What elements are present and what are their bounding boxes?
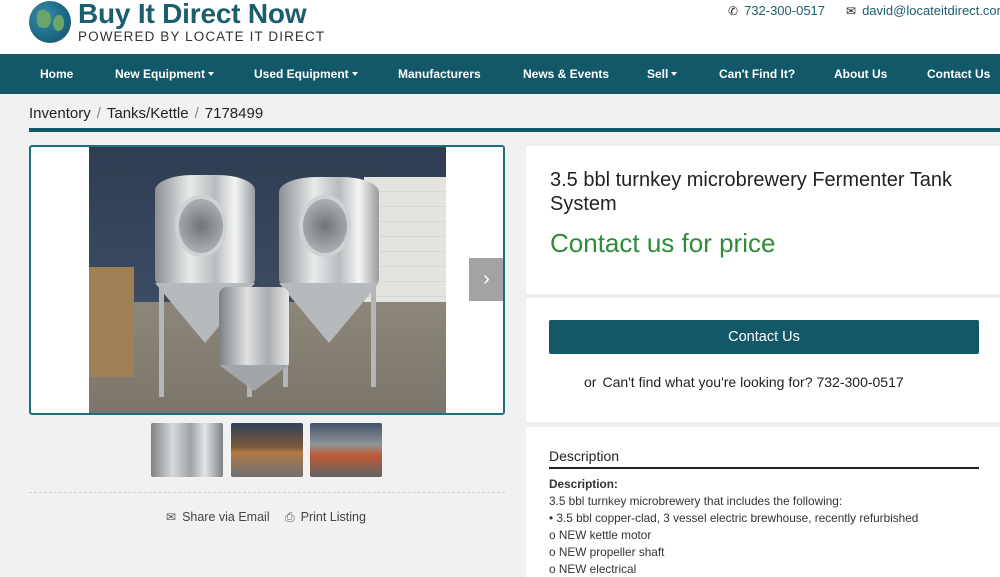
product-title: 3.5 bbl turnkey microbrewery Fermenter T… (550, 169, 953, 215)
header-email-link[interactable]: ✉ david@locateitdirect.com (846, 3, 1000, 18)
breadcrumb-separator: / (96, 105, 101, 122)
nav-cant-find-it-label: Can't Find It? (719, 67, 796, 81)
share-via-email-link[interactable]: ✉ Share via Email (166, 510, 270, 524)
share-label: Share via Email (182, 510, 270, 524)
nav-new-equipment-label: New Equipment (115, 67, 206, 81)
nav-news-events-label: News & Events (523, 67, 610, 81)
contact-panel: Contact Us or Can't find what you're look… (526, 298, 1000, 422)
breadcrumb-rule (29, 128, 1000, 132)
cant-find-text: Can't find what you're looking for? (602, 374, 813, 390)
site-logo[interactable]: Buy It Direct Now POWERED BY LOCATE IT D… (29, 0, 329, 49)
main-image-carousel[interactable]: › (29, 145, 505, 415)
description-line: • 3.5 bbl copper-clad, 3 vessel electric… (549, 511, 919, 525)
nav-contact-us[interactable]: Contact Us (927, 54, 990, 94)
caret-down-icon (351, 72, 358, 76)
main-nav: Home New Equipment Used Equipment Manufa… (0, 54, 1000, 94)
nav-home-label: Home (40, 67, 74, 81)
nav-sell[interactable]: Sell (647, 54, 678, 94)
thumbnail-3[interactable] (310, 423, 382, 477)
next-image-button[interactable]: › (469, 258, 503, 301)
breadcrumb-separator: / (194, 105, 199, 122)
description-line: 3.5 bbl turnkey microbrewery that includ… (549, 494, 843, 508)
description-line: o NEW propeller shaft (549, 545, 665, 559)
nav-sell-label: Sell (647, 67, 669, 81)
header-email-text: david@locateitdirect.com (862, 3, 1000, 18)
description-rule (549, 467, 979, 469)
nav-manufacturers[interactable]: Manufacturers (398, 54, 481, 94)
contact-us-button[interactable]: Contact Us (549, 320, 979, 354)
breadcrumb-current: 7178499 (204, 105, 264, 122)
thumbnail-1[interactable] (151, 423, 223, 477)
nav-about-us[interactable]: About Us (834, 54, 887, 94)
gallery-divider (29, 492, 505, 493)
site-header: Buy It Direct Now POWERED BY LOCATE IT D… (0, 0, 1000, 54)
nav-cant-find-it[interactable]: Can't Find It? (719, 54, 795, 94)
description-label: Description: (549, 477, 618, 491)
description-heading: Description (549, 448, 620, 464)
nav-new-equipment[interactable]: New Equipment (115, 54, 215, 94)
brand-subtitle: POWERED BY LOCATE IT DIRECT (78, 29, 326, 44)
chevron-right-icon: › (483, 268, 490, 290)
cant-find-line: or Can't find what you're looking for? 732… (584, 374, 904, 390)
thumbnail-2[interactable] (231, 423, 303, 477)
globe-icon (29, 1, 71, 43)
print-listing-link[interactable]: ⎙ Print Listing (285, 510, 366, 525)
nav-contact-us-label: Contact Us (927, 67, 991, 81)
nav-manufacturers-label: Manufacturers (398, 67, 481, 81)
header-phone-link[interactable]: ✆ 732-300-0517 (728, 3, 825, 18)
nav-news-events[interactable]: News & Events (523, 54, 609, 94)
printer-icon: ⎙ (285, 510, 295, 524)
envelope-icon: ✉ (166, 510, 177, 524)
description-body: Description: 3.5 bbl turnkey microbrewer… (549, 476, 989, 577)
nav-used-equipment[interactable]: Used Equipment (254, 54, 358, 94)
price-text: Contact us for price (550, 228, 776, 258)
envelope-icon: ✉ (846, 4, 857, 18)
nav-used-equipment-label: Used Equipment (254, 67, 349, 81)
cta-phone-link[interactable]: 732-300-0517 (816, 374, 903, 390)
thumbnail-strip (151, 423, 383, 477)
header-phone-text: 732-300-0517 (744, 3, 826, 18)
nav-home[interactable]: Home (40, 54, 73, 94)
brand-title: Buy It Direct Now (78, 0, 307, 29)
product-summary-panel: 3.5 bbl turnkey microbrewery Fermenter T… (526, 146, 1000, 294)
breadcrumb-inventory[interactable]: Inventory (29, 105, 91, 122)
description-line: o NEW kettle motor (549, 528, 652, 542)
product-photo (89, 147, 446, 413)
description-line: o NEW electrical (549, 562, 637, 576)
phone-icon: ✆ (728, 4, 739, 18)
caret-down-icon (671, 72, 678, 76)
print-label: Print Listing (300, 510, 366, 524)
description-panel: Description Description: 3.5 bbl turnkey… (526, 427, 1000, 577)
breadcrumb: Inventory / Tanks/Kettle / 7178499 (29, 105, 263, 122)
breadcrumb-tanks-kettle[interactable]: Tanks/Kettle (107, 105, 189, 122)
caret-down-icon (208, 72, 215, 76)
nav-about-us-label: About Us (834, 67, 888, 81)
or-text: or (584, 374, 597, 390)
